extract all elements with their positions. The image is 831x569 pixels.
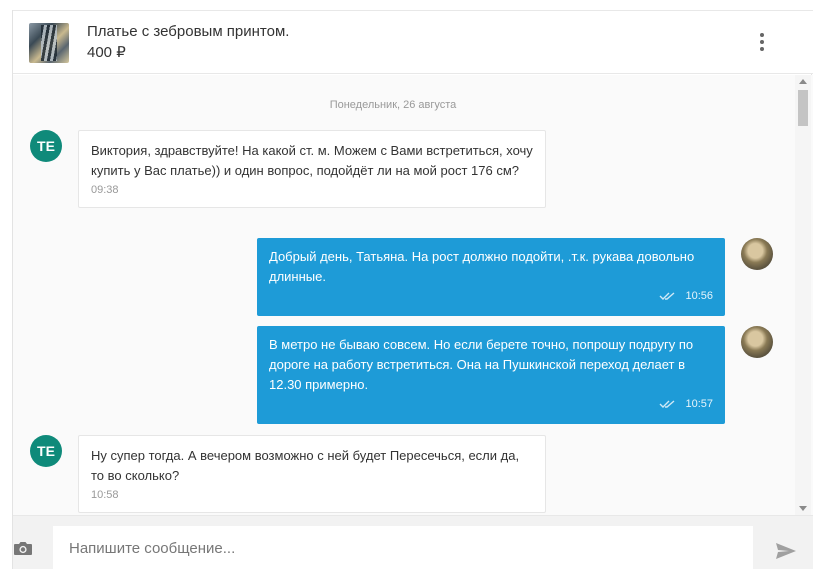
chat-window: Платье с зебровым принтом. 400 ₽ Понедел… [12, 10, 813, 569]
avatar[interactable]: ТЕ [30, 130, 62, 162]
avatar-initials: ТЕ [37, 138, 55, 154]
incoming-message: Ну супер тогда. А вечером возможно с ней… [78, 435, 546, 513]
incoming-message: Виктория, здравствуйте! На какой ст. м. … [78, 130, 546, 208]
outgoing-message: Добрый день, Татьяна. На рост должно под… [257, 238, 725, 316]
outgoing-message: В метро не бываю совсем. Но если берете … [257, 326, 725, 424]
message-time: 09:38 [91, 184, 119, 196]
message-time: 10:57 [685, 398, 713, 410]
message-time: 10:58 [91, 489, 119, 501]
scroll-thumb[interactable] [798, 90, 808, 126]
scroll-down-icon[interactable] [799, 506, 807, 511]
message-text: Ну супер тогда. А вечером возможно с ней… [91, 448, 520, 483]
message-composer [13, 515, 813, 569]
message-time: 10:56 [685, 290, 713, 302]
message-list: Понедельник, 26 августа ТЕ Виктория, здр… [13, 75, 813, 515]
message-input[interactable] [53, 526, 753, 569]
date-separator: Понедельник, 26 августа [329, 99, 457, 111]
double-check-icon [659, 292, 675, 300]
scroll-up-icon[interactable] [799, 79, 807, 84]
product-thumbnail[interactable] [29, 23, 69, 63]
more-vertical-icon[interactable] [759, 31, 765, 55]
send-icon[interactable] [775, 542, 797, 560]
double-check-icon [659, 400, 675, 408]
scrollbar[interactable] [795, 75, 811, 515]
avatar[interactable] [741, 238, 773, 270]
product-title[interactable]: Платье с зебровым принтом. [87, 23, 289, 40]
avatar[interactable]: ТЕ [30, 435, 62, 467]
avatar[interactable] [741, 326, 773, 358]
message-text: Виктория, здравствуйте! На какой ст. м. … [91, 143, 533, 178]
product-price: 400 ₽ [87, 44, 126, 61]
camera-icon[interactable] [13, 540, 33, 556]
chat-header: Платье с зебровым принтом. 400 ₽ [13, 10, 813, 74]
message-text: Добрый день, Татьяна. На рост должно под… [269, 249, 695, 284]
avatar-initials: ТЕ [37, 443, 55, 459]
message-text: В метро не бываю совсем. Но если берете … [269, 337, 694, 392]
